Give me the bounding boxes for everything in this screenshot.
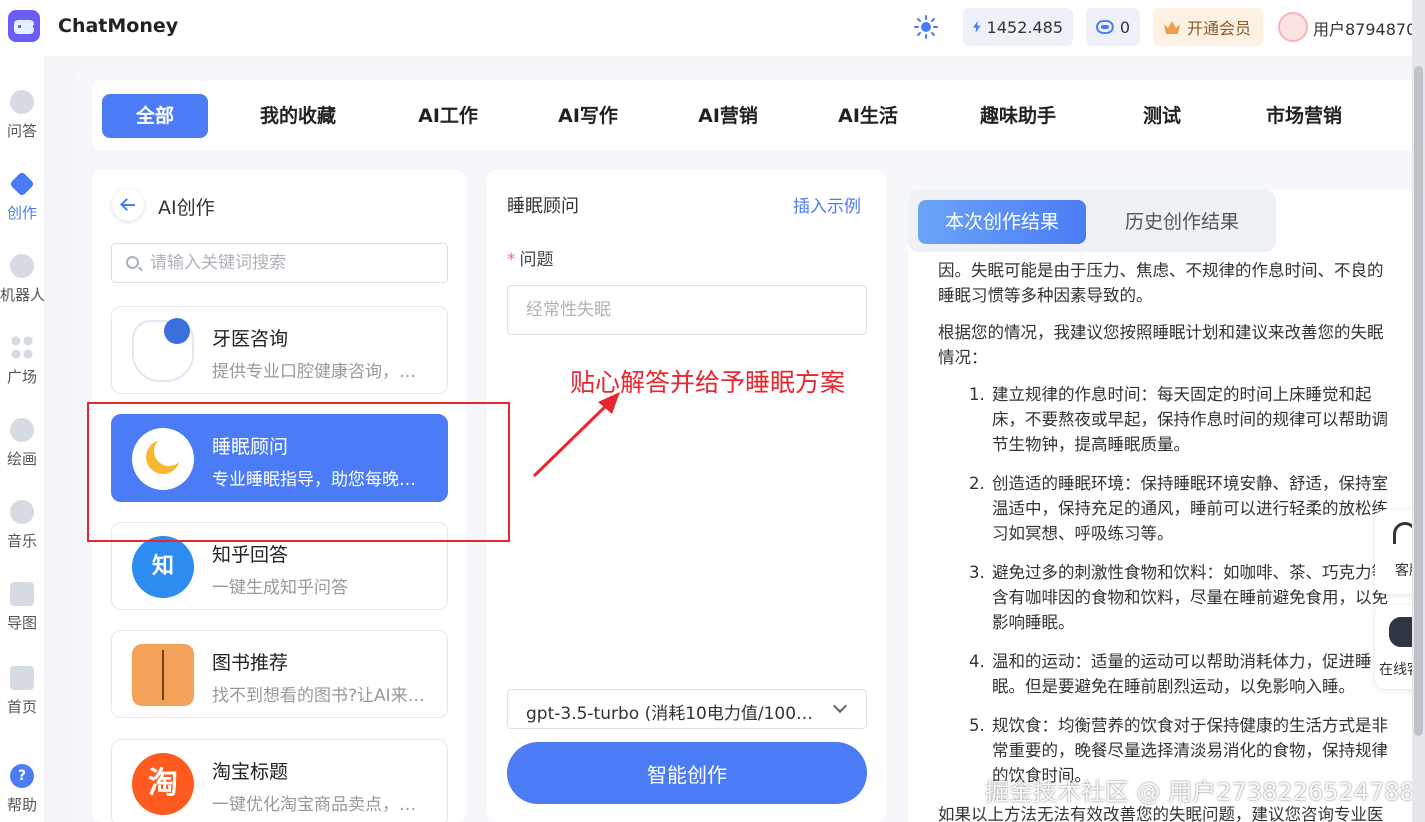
required-mark: * bbox=[507, 250, 516, 270]
crown-icon bbox=[1164, 21, 1180, 34]
card-name: 牙医咨询 bbox=[212, 328, 289, 350]
sidebar-item-label: 机器人 bbox=[0, 286, 46, 304]
sidebar-item-label: 广场 bbox=[6, 368, 37, 386]
pencil-icon bbox=[9, 171, 35, 197]
tab-ai-life[interactable]: AI生活 bbox=[818, 94, 918, 138]
brand-name[interactable]: ChatMoney bbox=[58, 15, 178, 37]
card-desc: 提供专业口腔健康咨询，解答您的疑问 bbox=[212, 362, 432, 382]
model-select[interactable]: gpt-3.5-turbo (消耗10电力值/1000字符) bbox=[507, 689, 867, 729]
tab-favorites[interactable]: 我的收藏 bbox=[242, 94, 354, 138]
robot-nav-icon bbox=[10, 254, 34, 278]
card-desc: 找不到想看的图书?让AI来推荐 bbox=[212, 686, 432, 706]
sidebar-item-label: 首页 bbox=[6, 698, 37, 716]
card-desc: 一键生成知乎问答 bbox=[212, 578, 348, 598]
user-name[interactable]: 用户8794870 bbox=[1313, 16, 1416, 40]
list-title: AI创作 bbox=[158, 197, 215, 219]
annotation-box bbox=[87, 402, 510, 542]
sidebar: 问答 创作 机器人 广场 绘画 音乐 导图 首页 ? 帮助 bbox=[0, 56, 46, 822]
tab-ai-marketing[interactable]: AI营销 bbox=[678, 94, 778, 138]
model-select-value: gpt-3.5-turbo (消耗10电力值/1000字符) bbox=[526, 704, 816, 724]
list-item: 避免过多的刺激性食物和饮料：如咖啡、茶、巧克力等含有咖啡因的食物和饮料，尽量在睡… bbox=[990, 560, 1398, 635]
help-icon: ? bbox=[10, 764, 34, 788]
annotation-arrow-icon bbox=[532, 392, 620, 478]
sidebar-item-qa[interactable]: 问答 bbox=[0, 90, 44, 160]
vip-label: 开通会员 bbox=[1187, 19, 1252, 38]
scrollbar-thumb[interactable] bbox=[1414, 66, 1423, 736]
tab-all[interactable]: 全部 bbox=[102, 94, 208, 138]
category-tabs: 全部 我的收藏 AI工作 AI写作 AI营销 AI生活 趣味助手 测试 市场营销 bbox=[92, 80, 1425, 150]
power-balance[interactable]: 1452.485 bbox=[963, 8, 1073, 46]
chevron-down-icon bbox=[832, 698, 848, 714]
search-input[interactable] bbox=[150, 252, 440, 274]
tab-current-result[interactable]: 本次创作结果 bbox=[918, 200, 1086, 244]
sun-icon[interactable] bbox=[914, 15, 938, 39]
sidebar-item-label: 音乐 bbox=[6, 532, 37, 550]
coin-icon bbox=[1096, 20, 1114, 34]
card-name: 淘宝标题 bbox=[212, 761, 289, 783]
card-name: 知乎回答 bbox=[212, 544, 289, 566]
sidebar-item-label: 绘画 bbox=[6, 450, 37, 468]
result-lead: 根据您的情况，我建议您按照睡眠计划和建议来改善您的失眠情况： bbox=[938, 323, 1384, 367]
watermark: 掘金技术社区 @ 用户2738226524788 bbox=[985, 778, 1415, 806]
app-card-taobao[interactable]: 淘 淘宝标题 一键优化淘宝商品卖点，提升转化 bbox=[111, 739, 448, 822]
sidebar-item-mindmap[interactable]: 导图 bbox=[0, 582, 44, 652]
result-intro: 因。失眠可能是由于压力、焦虑、不规律的作息时间、不良的睡眠习惯等多种因素导致的。 bbox=[938, 261, 1384, 305]
tab-test[interactable]: 测试 bbox=[1122, 94, 1202, 138]
sidebar-item-robot[interactable]: 机器人 bbox=[0, 254, 46, 324]
zhihu-icon: 知 bbox=[132, 536, 194, 598]
palette-icon bbox=[10, 418, 34, 442]
list-item: 温和的运动：适量的运动可以帮助消耗体力，促进睡眠。但是要避免在睡前剧烈运动，以免… bbox=[990, 649, 1398, 699]
music-icon bbox=[10, 500, 34, 524]
taobao-icon: 淘 bbox=[132, 753, 194, 815]
card-name: 图书推荐 bbox=[212, 652, 289, 674]
tab-fun-assistant[interactable]: 趣味助手 bbox=[964, 94, 1072, 138]
tab-history-result[interactable]: 历史创作结果 bbox=[1098, 200, 1266, 244]
sidebar-item-home[interactable]: 首页 bbox=[0, 666, 44, 736]
tab-ai-work[interactable]: AI工作 bbox=[398, 94, 498, 138]
question-label-text: 问题 bbox=[519, 250, 554, 270]
smart-create-button[interactable]: 智能创作 bbox=[507, 742, 867, 804]
sidebar-item-label: 导图 bbox=[6, 614, 37, 632]
chat-icon bbox=[10, 90, 34, 114]
app-card-dentist[interactable]: 牙医咨询 提供专业口腔健康咨询，解答您的疑问 bbox=[111, 306, 448, 394]
avatar[interactable] bbox=[1278, 12, 1308, 42]
search-icon bbox=[126, 256, 139, 269]
tab-market-marketing[interactable]: 市场营销 bbox=[1252, 94, 1356, 138]
result-points: 建立规律的作息时间：每天固定的时间上床睡觉和起床，不要熬夜或早起，保持作息时间的… bbox=[938, 382, 1398, 788]
coin-balance[interactable]: 0 bbox=[1086, 8, 1140, 46]
tab-ai-writing[interactable]: AI写作 bbox=[538, 94, 638, 138]
sidebar-item-label: 问答 bbox=[6, 122, 37, 140]
lightning-icon bbox=[973, 21, 981, 33]
list-item: 创造适的睡眠环境：保持睡眠环境安静、舒适，保持室温适中，保持充足的通风，睡前可以… bbox=[990, 471, 1398, 546]
sidebar-item-help[interactable]: ? 帮助 bbox=[0, 764, 44, 822]
card-desc: 一键优化淘宝商品卖点，提升转化 bbox=[212, 795, 432, 815]
question-label: * 问题 bbox=[507, 245, 554, 270]
grid-icon bbox=[10, 336, 34, 360]
back-arrow-icon[interactable] bbox=[112, 189, 144, 221]
form-title: 睡眠顾问 bbox=[507, 196, 579, 217]
home-icon bbox=[10, 666, 34, 690]
list-item: 建立规律的作息时间：每天固定的时间上床睡觉和起床，不要熬夜或早起，保持作息时间的… bbox=[990, 382, 1398, 457]
sidebar-item-label: 创作 bbox=[6, 204, 37, 222]
sidebar-item-music[interactable]: 音乐 bbox=[0, 500, 44, 570]
scrollbar[interactable] bbox=[1412, 0, 1425, 822]
top-bar: ChatMoney 1452.485 0 开通会员 用户8794870 bbox=[0, 0, 1425, 56]
power-value: 1452.485 bbox=[986, 17, 1063, 37]
result-content: 因。失眠可能是由于压力、焦虑、不规律的作息时间、不良的睡眠习惯等多种因素导致的。… bbox=[938, 258, 1398, 822]
search-box[interactable] bbox=[111, 243, 448, 283]
sidebar-item-create[interactable]: 创作 bbox=[0, 171, 44, 242]
sidebar-item-draw[interactable]: 绘画 bbox=[0, 418, 44, 488]
app-card-books[interactable]: 图书推荐 找不到想看的图书?让AI来推荐 bbox=[111, 630, 448, 718]
sidebar-item-square[interactable]: 广场 bbox=[0, 336, 44, 406]
book-icon bbox=[132, 644, 194, 706]
app-logo-icon[interactable] bbox=[8, 10, 40, 42]
tooth-icon bbox=[132, 318, 194, 382]
cube-icon bbox=[10, 582, 34, 606]
question-input[interactable] bbox=[507, 285, 867, 335]
sidebar-item-label: 帮助 bbox=[6, 796, 37, 814]
vip-button[interactable]: 开通会员 bbox=[1153, 8, 1263, 46]
insert-example-link[interactable]: 插入示例 bbox=[793, 192, 861, 217]
coin-value: 0 bbox=[1119, 17, 1130, 37]
